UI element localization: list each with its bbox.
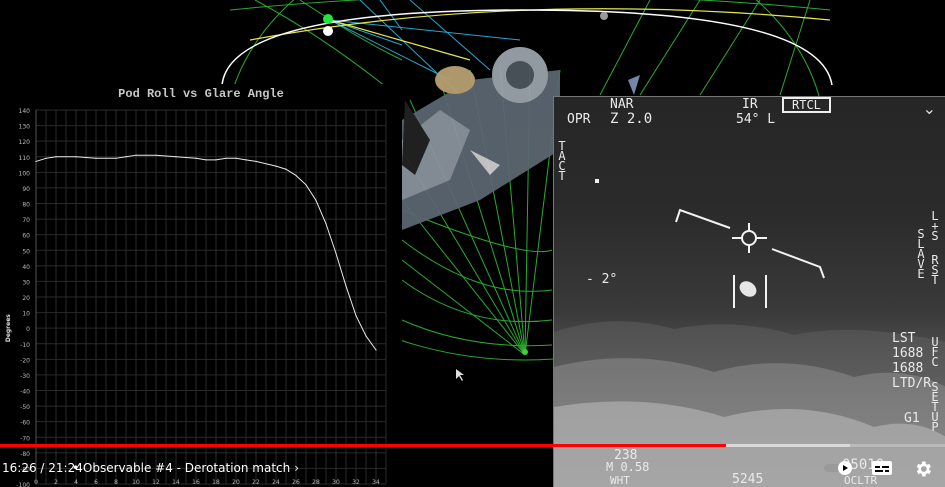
flir-dot: [595, 179, 599, 183]
pod-roll-chart: 1401301201101009080706050403020100-10-20…: [5, 108, 387, 487]
y-tick-label: -10: [20, 342, 30, 349]
y-tick-label: -40: [20, 389, 30, 396]
flir-video-panel: OPR NAR Z 2.0 IR 54° L RTCL ⌄ TACT - 2° …: [553, 96, 945, 487]
gear-icon[interactable]: [913, 459, 933, 479]
hud-nar: NAR: [610, 97, 634, 112]
y-tick-label: 40: [22, 264, 30, 271]
player-controls: 16:26 / 21:24 • Observable #4 - Derotati…: [0, 455, 945, 481]
sun-marker-white: [323, 26, 333, 36]
y-tick-label: -50: [20, 404, 30, 411]
series-point: [215, 159, 217, 161]
hud-code2: 1688: [892, 361, 924, 376]
hud-g1: G1: [904, 411, 920, 426]
progress-buffered: [725, 444, 851, 447]
y-tick-label: -70: [20, 435, 30, 442]
chapter-title: Observable #4 - Derotation match: [82, 461, 291, 475]
series-point: [55, 156, 57, 158]
y-tick-label: 30: [22, 279, 30, 286]
chart-title: Pod Roll vs Glare Angle: [118, 87, 284, 101]
ufo-target: [739, 281, 757, 297]
y-tick-label: 130: [19, 124, 31, 131]
series-point: [115, 157, 117, 159]
y-tick-label: 80: [22, 202, 30, 209]
sun-marker-green: [323, 14, 333, 24]
series-point: [275, 165, 277, 167]
hud-elevation: - 2°: [586, 272, 618, 287]
series-point: [255, 160, 257, 163]
y-tick-label: 90: [22, 186, 30, 193]
hud-zoom: Z 2.0: [610, 111, 653, 127]
y-tick-label: 0: [26, 326, 30, 333]
series-point: [195, 157, 197, 159]
ring-marker: [600, 12, 608, 20]
series-point: [315, 199, 317, 201]
y-tick-label: -30: [20, 373, 30, 380]
chevron-right-icon: ›: [294, 461, 300, 475]
hud-rtcl: RTCL: [782, 97, 831, 113]
y-tick-label: 110: [19, 155, 31, 162]
series-point: [95, 157, 97, 159]
series-point: [365, 335, 367, 337]
y-tick-label: -100: [16, 482, 30, 487]
autoplay-toggle[interactable]: [824, 461, 854, 475]
hud-azimuth: 54° L: [736, 112, 776, 127]
y-tick-label: 10: [22, 311, 30, 318]
hud-ir: IR: [742, 97, 758, 112]
hud-ltd: LTD/R: [892, 376, 932, 391]
y-tick-label: 140: [19, 108, 31, 115]
hud-rst: RST: [931, 253, 939, 287]
y-tick-label: 50: [22, 248, 30, 255]
hud-lst: LST: [892, 331, 916, 346]
y-tick-label: 20: [22, 295, 30, 302]
series-point: [285, 168, 287, 170]
series-point: [355, 315, 357, 317]
series-point: [225, 157, 227, 159]
series-point: [175, 156, 177, 158]
progress-played: [0, 444, 726, 447]
series-point: [295, 174, 297, 177]
flir-clouds: [554, 179, 945, 487]
series-point: [245, 159, 247, 161]
hud-opr: OPR: [567, 112, 591, 127]
series-point: [75, 156, 77, 158]
globe-south-pole: [522, 349, 528, 355]
hud-slave: SLAVE: [917, 227, 925, 281]
y-tick-label: 120: [19, 139, 31, 146]
hud-los: L+S: [931, 209, 939, 243]
y-tick-label: -20: [20, 357, 30, 364]
hud-code1: 1688: [892, 346, 924, 361]
series-point: [345, 285, 347, 287]
series-point: [325, 223, 327, 225]
chevron-down-icon: ⌄: [922, 99, 936, 118]
series-point: [135, 154, 137, 156]
subtitles-icon[interactable]: [872, 461, 892, 475]
hud-tact: TACT: [558, 139, 566, 183]
time-display: 16:26 / 21:24: [2, 461, 83, 475]
y-tick-label: 70: [22, 217, 30, 224]
series-point: [125, 156, 127, 158]
series-point: [335, 252, 337, 254]
y-tick-label: -60: [20, 420, 30, 427]
hud-ufc: UFC: [931, 335, 939, 369]
hud-setup: SET UP: [931, 380, 939, 434]
series-point: [375, 349, 377, 351]
series-point: [45, 157, 47, 159]
series-point: [305, 184, 307, 186]
cursor-icon: [456, 369, 464, 381]
y-tick-label: 60: [22, 233, 30, 240]
reticle-icon: [732, 223, 767, 253]
series-point: [235, 157, 237, 159]
progress-bar[interactable]: [0, 444, 945, 447]
series-point: [205, 159, 207, 161]
series-point: [155, 154, 157, 156]
y-tick-label: 100: [19, 170, 31, 177]
video-frame[interactable]: 140 130 120 110 100 90 80 70 60 50 40 30 20 10 0 -10 -20…: [0, 0, 945, 487]
pod-roll-chart-panel: 140 130 120 110 100 90 80 70 60 50 40 30 20 10 0 -10 -20…: [0, 84, 402, 487]
series-point: [35, 160, 37, 163]
sight-lines-yellow: [249, 8, 831, 61]
chapter-title-button[interactable]: • Observable #4 - Derotation match ›: [72, 461, 299, 475]
y-axis-label: Degrees: [5, 314, 12, 342]
